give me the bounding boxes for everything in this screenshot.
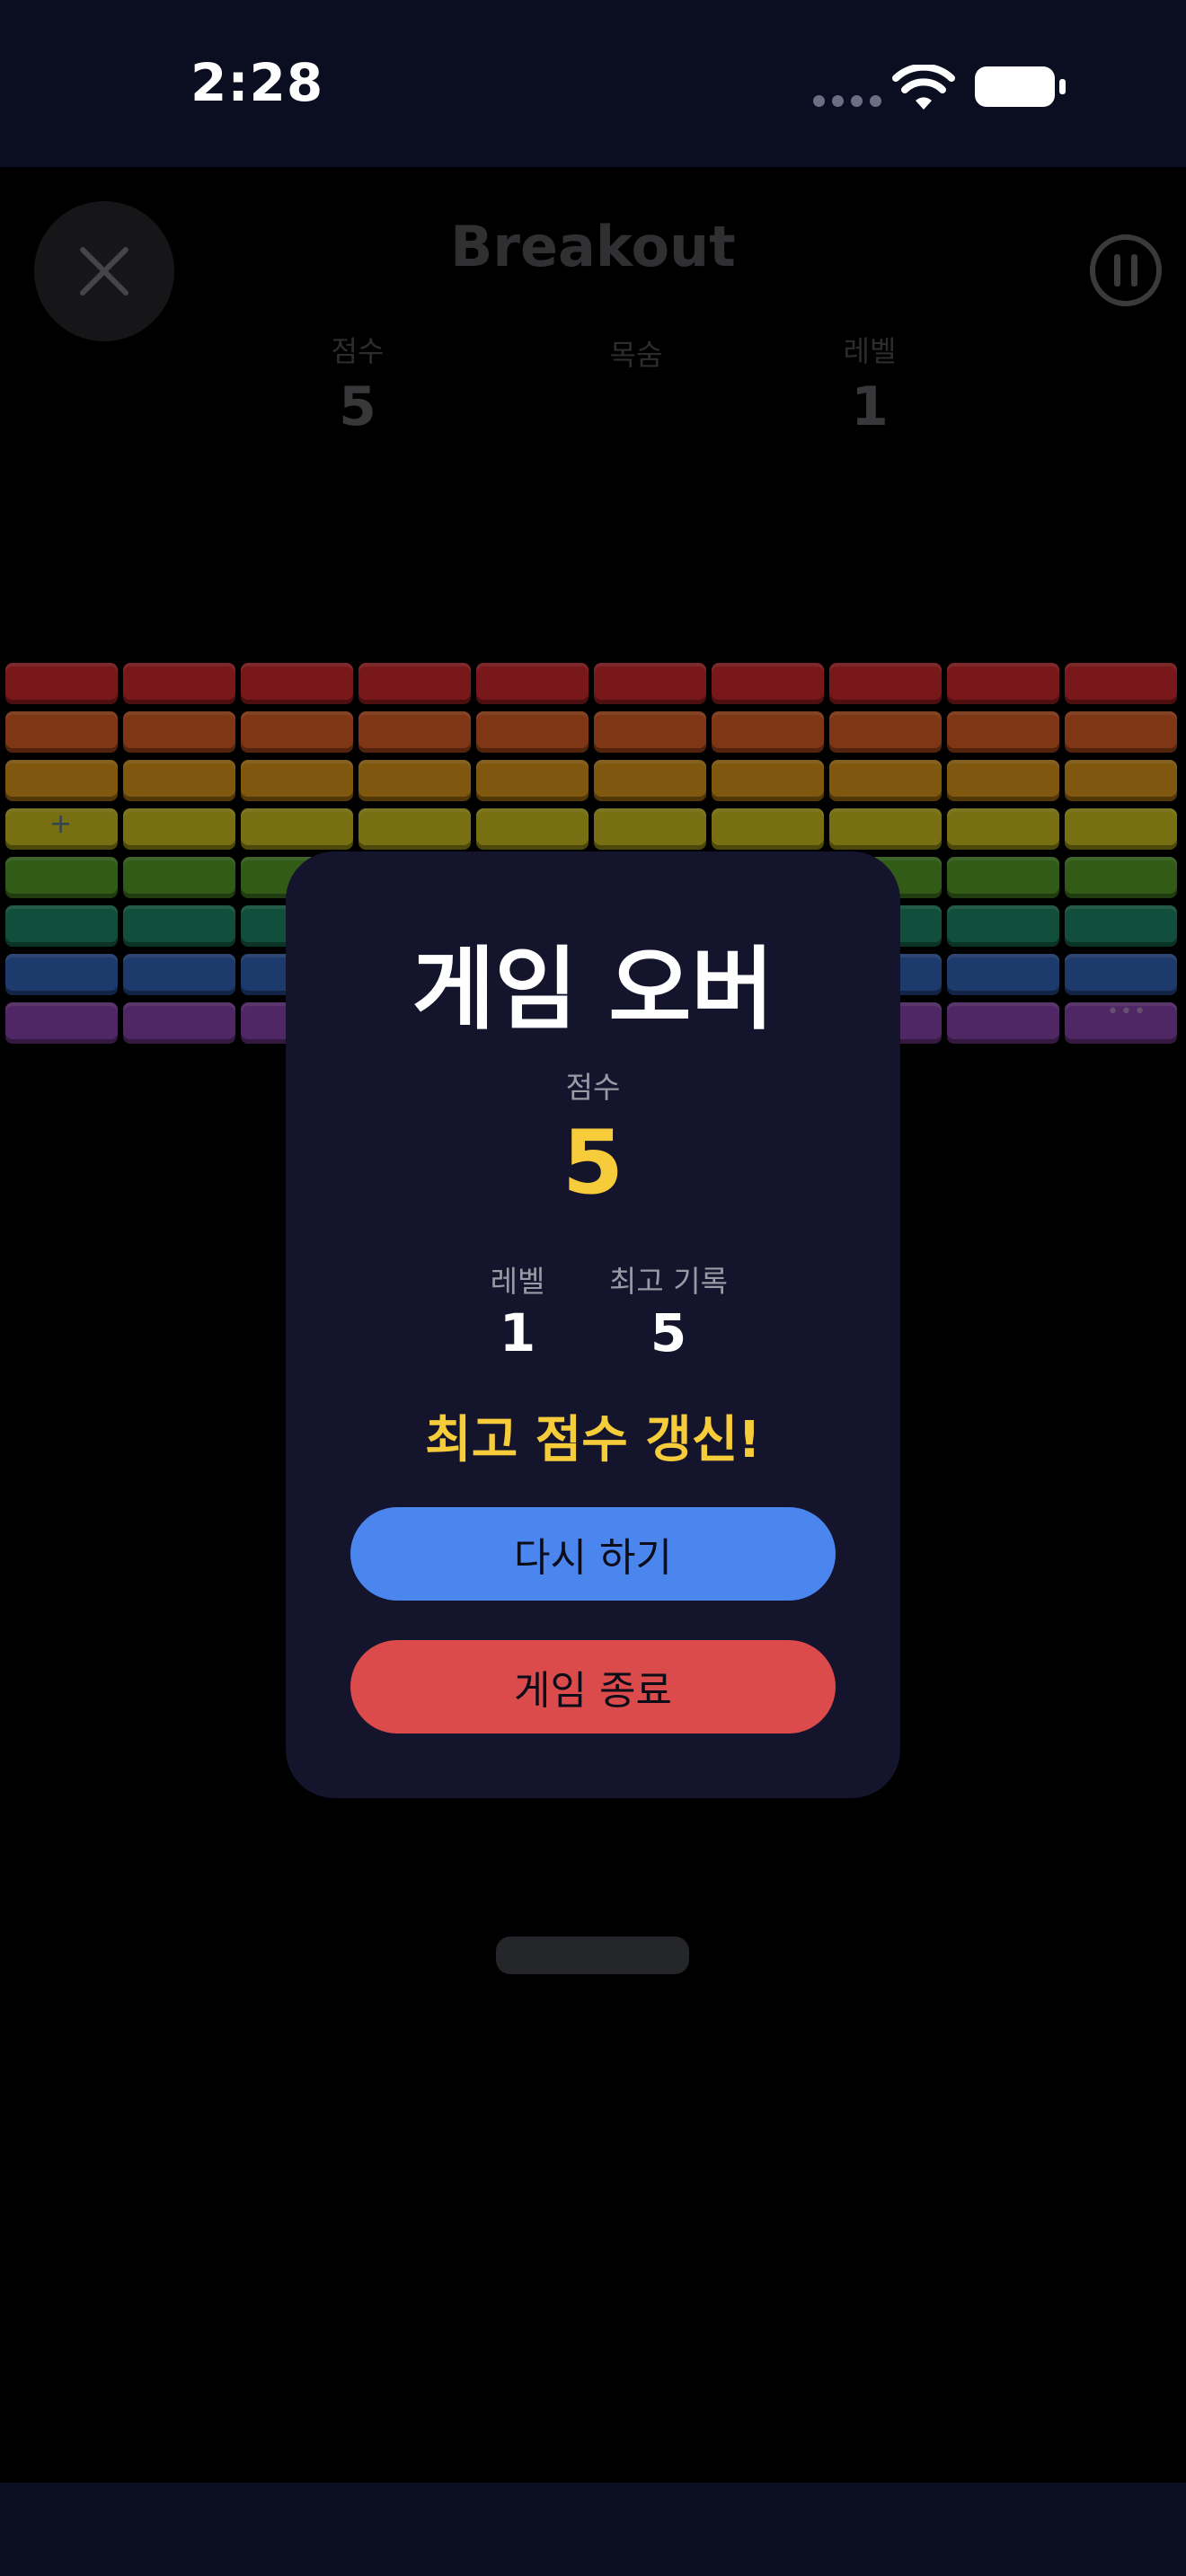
- final-score-label: 점수: [565, 1070, 621, 1105]
- wifi-icon: [892, 65, 955, 110]
- final-score-value: 5: [562, 1112, 624, 1214]
- status-bar: 2:28: [0, 0, 1186, 167]
- best-record-value: 5: [650, 1302, 687, 1363]
- cellular-dots-icon: [813, 95, 881, 107]
- new-record-banner: 최고 점수 갱신!: [425, 1411, 761, 1469]
- level-label: 레벨: [490, 1264, 545, 1299]
- game-over-title: 게임 오버: [412, 937, 774, 1042]
- home-indicator-area: [0, 2483, 1186, 2576]
- quit-button[interactable]: 게임 종료: [350, 1640, 836, 1734]
- status-time: 2:28: [190, 52, 324, 113]
- battery-icon: [975, 66, 1066, 107]
- best-record-label: 최고 기록: [609, 1264, 728, 1299]
- retry-button[interactable]: 다시 하기: [350, 1507, 836, 1601]
- game-over-modal: 게임 오버 점수 5 레벨 1 최고 기록 5 최고 점수 갱신! 다시 하기 …: [286, 851, 900, 1798]
- level-value: 1: [499, 1302, 536, 1363]
